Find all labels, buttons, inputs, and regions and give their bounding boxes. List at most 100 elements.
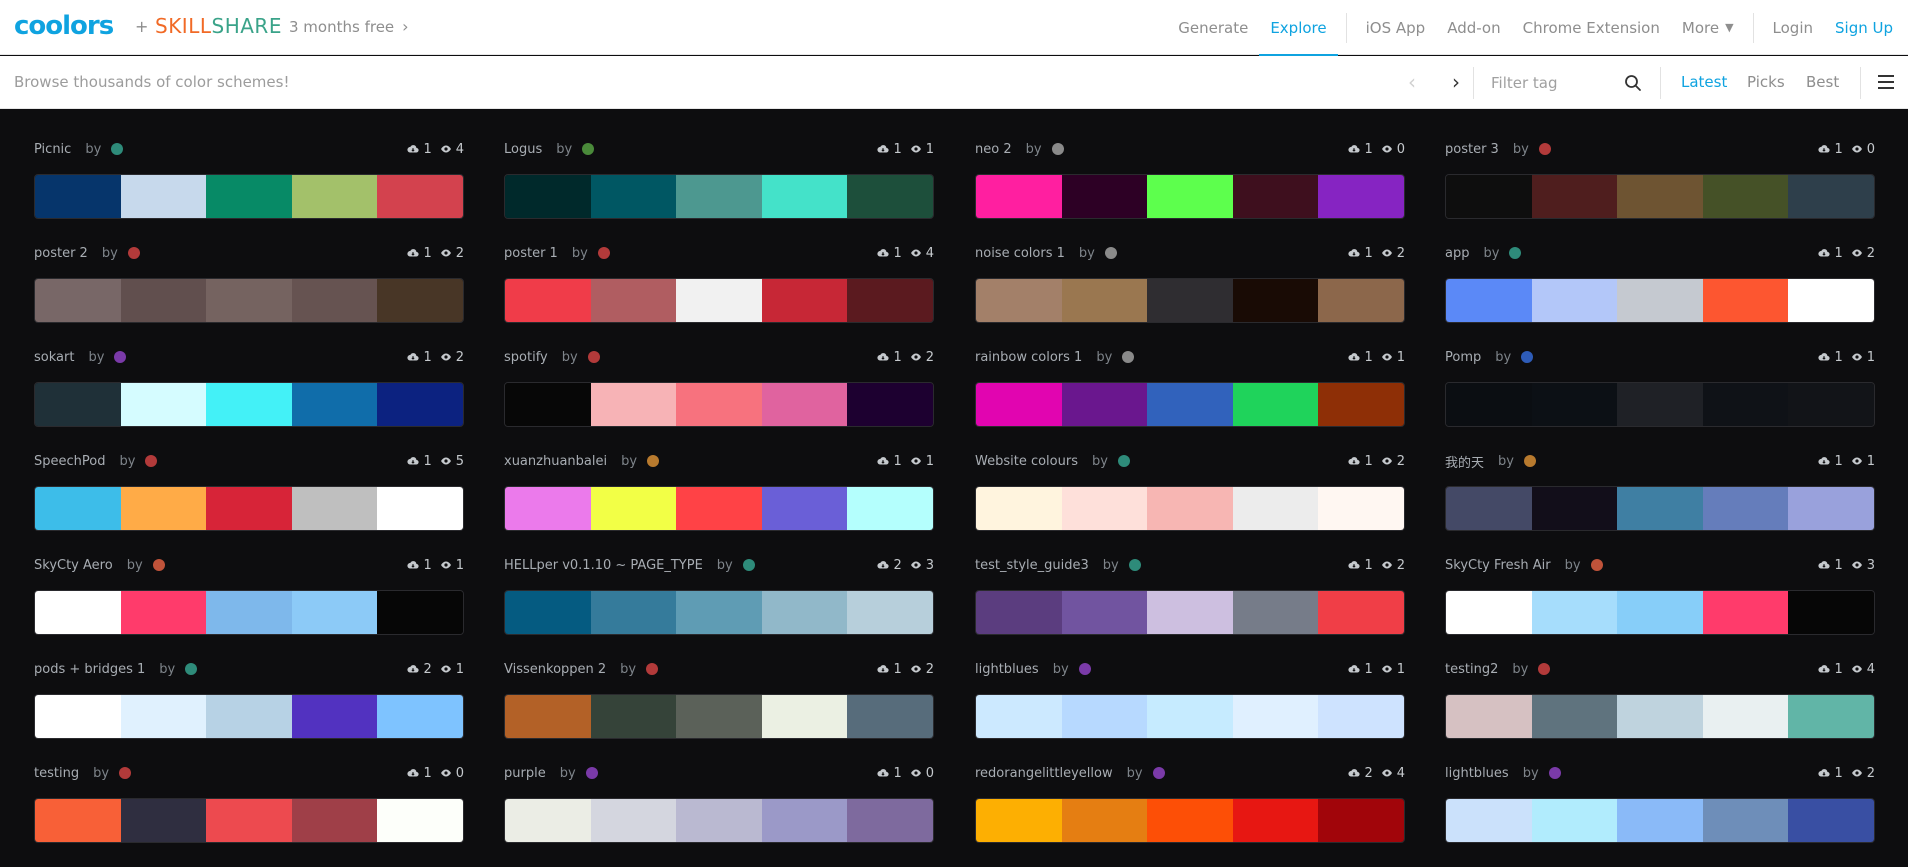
author-avatar[interactable]: [1051, 143, 1064, 155]
author-avatar[interactable]: [152, 559, 165, 571]
color-swatch[interactable]: [206, 591, 292, 634]
author-avatar[interactable]: [582, 143, 595, 155]
color-swatch[interactable]: [590, 279, 677, 322]
color-swatch[interactable]: [1617, 799, 1703, 842]
palette-name[interactable]: noise colors 1: [975, 246, 1065, 261]
color-swatch[interactable]: [1788, 487, 1874, 530]
palette-name[interactable]: pods + bridges 1: [34, 662, 145, 677]
color-swatch[interactable]: [377, 279, 463, 322]
color-swatch[interactable]: [120, 383, 207, 426]
color-swatch[interactable]: [1617, 695, 1703, 738]
color-swatch[interactable]: [1147, 799, 1233, 842]
palette-name[interactable]: redorangelittleyellow: [975, 766, 1113, 781]
author-avatar[interactable]: [111, 143, 124, 155]
color-swatch[interactable]: [1232, 175, 1319, 218]
color-swatch[interactable]: [377, 487, 463, 530]
palette-card[interactable]: SkyCty Fresh Air by 1 3: [1445, 554, 1875, 646]
color-swatch[interactable]: [505, 279, 591, 322]
color-swatch[interactable]: [1702, 695, 1789, 738]
palette-card[interactable]: redorangelittleyellow by 2 4: [975, 762, 1405, 854]
color-swatch[interactable]: [377, 591, 463, 634]
palette-swatches[interactable]: [504, 694, 934, 739]
cloud-download-icon[interactable]: [877, 559, 890, 571]
cloud-download-icon[interactable]: [407, 351, 420, 363]
cloud-download-icon[interactable]: [1818, 455, 1831, 467]
color-swatch[interactable]: [761, 487, 848, 530]
color-swatch[interactable]: [676, 383, 762, 426]
author-avatar[interactable]: [742, 559, 755, 571]
color-swatch[interactable]: [1531, 383, 1618, 426]
color-swatch[interactable]: [120, 487, 207, 530]
nav-generate[interactable]: Generate: [1167, 0, 1259, 55]
color-swatch[interactable]: [505, 175, 591, 218]
color-swatch[interactable]: [590, 591, 677, 634]
color-swatch[interactable]: [761, 175, 848, 218]
author-avatar[interactable]: [1152, 767, 1165, 779]
cloud-download-icon[interactable]: [877, 351, 890, 363]
color-swatch[interactable]: [976, 279, 1062, 322]
cloud-download-icon[interactable]: [1818, 663, 1831, 675]
palette-card[interactable]: Picnic by 1 4: [34, 138, 464, 230]
cloud-download-icon[interactable]: [407, 663, 420, 675]
color-swatch[interactable]: [676, 487, 762, 530]
color-swatch[interactable]: [976, 799, 1062, 842]
palette-name[interactable]: purple: [504, 766, 546, 781]
color-swatch[interactable]: [676, 695, 762, 738]
color-swatch[interactable]: [120, 175, 207, 218]
palette-name[interactable]: testing: [34, 766, 79, 781]
palette-swatches[interactable]: [975, 174, 1405, 219]
color-swatch[interactable]: [1531, 175, 1618, 218]
cloud-download-icon[interactable]: [1348, 455, 1361, 467]
color-swatch[interactable]: [761, 279, 848, 322]
color-swatch[interactable]: [120, 799, 207, 842]
palette-name[interactable]: Pomp: [1445, 350, 1481, 365]
author-avatar[interactable]: [1521, 351, 1534, 363]
color-swatch[interactable]: [35, 799, 121, 842]
color-swatch[interactable]: [1318, 695, 1404, 738]
color-swatch[interactable]: [1446, 175, 1532, 218]
palette-name[interactable]: SpeechPod: [34, 454, 105, 469]
palette-swatches[interactable]: [34, 798, 464, 843]
color-swatch[interactable]: [1446, 799, 1532, 842]
palette-swatches[interactable]: [34, 590, 464, 635]
cloud-download-icon[interactable]: [1818, 247, 1831, 259]
author-avatar[interactable]: [587, 351, 600, 363]
palette-swatches[interactable]: [34, 278, 464, 323]
author-avatar[interactable]: [1538, 663, 1551, 675]
author-avatar[interactable]: [114, 351, 127, 363]
color-swatch[interactable]: [377, 799, 463, 842]
cloud-download-icon[interactable]: [1818, 351, 1831, 363]
color-swatch[interactable]: [590, 799, 677, 842]
color-swatch[interactable]: [1318, 591, 1404, 634]
author-avatar[interactable]: [1117, 455, 1130, 467]
color-swatch[interactable]: [976, 695, 1062, 738]
author-avatar[interactable]: [185, 663, 198, 675]
palette-name[interactable]: rainbow colors 1: [975, 350, 1082, 365]
palette-swatches[interactable]: [504, 174, 934, 219]
palette-card[interactable]: HELLper v0.1.10 ~ PAGE_TYPE by 2 3: [504, 554, 934, 646]
color-swatch[interactable]: [847, 383, 933, 426]
nav-add-on[interactable]: Add-on: [1436, 0, 1511, 55]
color-swatch[interactable]: [291, 175, 378, 218]
color-swatch[interactable]: [206, 695, 292, 738]
author-avatar[interactable]: [1509, 247, 1522, 259]
palette-name[interactable]: poster 2: [34, 246, 88, 261]
color-swatch[interactable]: [1617, 175, 1703, 218]
color-swatch[interactable]: [206, 383, 292, 426]
palette-swatches[interactable]: [1445, 694, 1875, 739]
color-swatch[interactable]: [1232, 279, 1319, 322]
color-swatch[interactable]: [1446, 487, 1532, 530]
search-icon[interactable]: [1624, 74, 1642, 92]
author-avatar[interactable]: [1104, 247, 1117, 259]
color-swatch[interactable]: [291, 279, 378, 322]
author-avatar[interactable]: [1078, 663, 1091, 675]
color-swatch[interactable]: [590, 175, 677, 218]
color-swatch[interactable]: [590, 695, 677, 738]
palette-name[interactable]: SkyCty Fresh Air: [1445, 558, 1551, 573]
color-swatch[interactable]: [1061, 487, 1148, 530]
cloud-download-icon[interactable]: [1818, 143, 1831, 155]
palette-name[interactable]: Website colours: [975, 454, 1078, 469]
palette-name[interactable]: 我的天: [1445, 452, 1484, 471]
palette-card[interactable]: SpeechPod by 1 5: [34, 450, 464, 542]
author-avatar[interactable]: [127, 247, 140, 259]
